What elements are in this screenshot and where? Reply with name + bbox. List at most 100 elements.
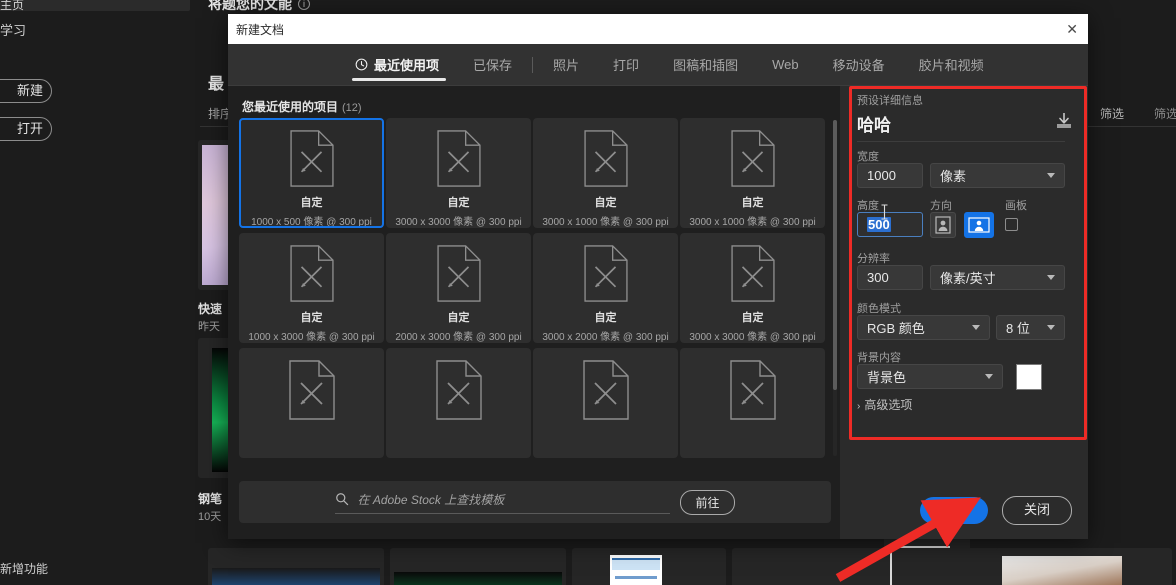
home-main-title: 将题您的文能 i [208, 0, 310, 14]
background-label: 背景内容 [857, 352, 901, 364]
artboard-checkbox[interactable] [1005, 218, 1018, 231]
create-button[interactable]: 创建 [919, 497, 988, 524]
recent-card[interactable] [680, 348, 825, 458]
grid-scrollbar-thumb[interactable] [833, 120, 837, 390]
document-icon [436, 245, 481, 302]
recent-card[interactable] [386, 348, 531, 458]
document-icon [435, 360, 482, 420]
document-icon [582, 360, 629, 420]
recent-card-spec: 3000 x 3000 像素 @ 300 ppi [395, 217, 522, 228]
document-icon [730, 130, 775, 187]
home-thumb-image [1002, 556, 1122, 585]
preset-name-field[interactable]: 哈哈 [857, 111, 891, 136]
advanced-options-label: 高级选项 [864, 398, 913, 412]
dialog-titlebar: 新建文档 ✕ [228, 14, 1088, 44]
tab-recent[interactable]: 最近使用项 [338, 44, 456, 86]
recent-card-spec: 3000 x 1000 像素 @ 300 ppi [689, 217, 816, 228]
home-thumb-card[interactable] [732, 548, 886, 585]
orientation-landscape-button[interactable] [964, 212, 994, 238]
tab-film-label: 胶片和视频 [918, 58, 984, 73]
recent-card-spec: 2000 x 3000 像素 @ 300 ppi [395, 332, 522, 343]
recent-card-name: 自定 [300, 197, 323, 209]
recent-card-name: 自定 [300, 312, 323, 324]
recent-items-count: (12) [342, 102, 362, 114]
recent-card[interactable]: 自定 3000 x 3000 像素 @ 300 ppi [386, 118, 531, 228]
color-mode-select[interactable]: RGB 颜色 [857, 315, 990, 340]
tab-saved[interactable]: 已保存 [456, 44, 529, 86]
recent-card-name: 自定 [741, 197, 764, 209]
dialog-body: 您最近使用的项目(12) 自定 1000 x 500 像素 @ 300 ppi [228, 86, 1088, 539]
tab-print[interactable]: 打印 [596, 44, 656, 86]
download-preset-icon[interactable] [1054, 112, 1074, 130]
orientation-portrait-button[interactable] [930, 212, 956, 238]
tab-film-video[interactable]: 胶片和视频 [902, 44, 1001, 86]
width-unit-select[interactable]: 像素 [930, 163, 1065, 188]
stock-search-field[interactable]: 在 Adobe Stock 上查找模板 [335, 491, 671, 514]
recent-items-heading: 您最近使用的项目 [242, 100, 339, 114]
recent-card-spec: 3000 x 3000 像素 @ 300 ppi [689, 332, 816, 343]
recent-card[interactable]: 自定 2000 x 3000 像素 @ 300 ppi [386, 233, 531, 343]
resolution-unit-select[interactable]: 像素/英寸 [930, 265, 1065, 290]
chevron-right-icon: › [857, 401, 861, 412]
tab-web[interactable]: Web [755, 44, 816, 86]
tab-saved-label: 已保存 [473, 58, 513, 73]
tab-mobile[interactable]: 移动设备 [816, 44, 902, 86]
home-thumb-image [610, 555, 662, 585]
recent-card[interactable]: 自定 1000 x 3000 像素 @ 300 ppi [239, 233, 384, 343]
width-input[interactable]: 1000 [857, 163, 923, 188]
recent-card[interactable]: 自定 3000 x 2000 像素 @ 300 ppi [533, 233, 678, 343]
portrait-icon [935, 216, 951, 234]
doc-mini-line [615, 576, 657, 580]
new-document-dialog: 新建文档 ✕ 最近使用项 已保存 照片 打印 图稿和插图 Web 移动设备 胶片… [228, 14, 1088, 539]
document-icon [730, 245, 775, 302]
height-input[interactable]: 500 [857, 212, 923, 237]
tab-art-label: 图稿和插图 [673, 58, 739, 73]
home-sidebar: 主页 学习 新建 打开 新增功能 [0, 0, 190, 585]
color-mode-value: RGB 颜色 [867, 321, 925, 336]
info-icon[interactable]: i [298, 0, 310, 10]
background-value: 背景色 [867, 370, 907, 385]
recent-card[interactable]: 自定 3000 x 1000 像素 @ 300 ppi [533, 118, 678, 228]
cancel-button[interactable]: 关闭 [1001, 496, 1072, 525]
recent-card[interactable]: 自定 3000 x 1000 像素 @ 300 ppi [680, 118, 825, 228]
recent-card[interactable]: 自定 3000 x 3000 像素 @ 300 ppi [680, 233, 825, 343]
document-icon [289, 130, 334, 187]
close-icon[interactable]: ✕ [1066, 22, 1078, 36]
sidebar-item-home[interactable] [0, 0, 190, 11]
advanced-options-toggle[interactable]: › 高级选项 [857, 396, 912, 413]
recent-card-name: 自定 [594, 197, 617, 209]
stock-search-placeholder: 在 Adobe Stock 上查找模板 [357, 492, 505, 507]
document-icon [729, 360, 776, 420]
color-depth-select[interactable]: 8 位 [996, 315, 1065, 340]
sidebar-whats-new[interactable]: 新增功能 [0, 560, 48, 577]
recent-card[interactable]: 自定 1000 x 500 像素 @ 300 ppi [239, 118, 384, 228]
recent-card[interactable] [533, 348, 678, 458]
stock-go-button[interactable]: 前往 [680, 489, 735, 515]
clock-icon [355, 58, 368, 71]
resolution-input[interactable]: 300 [857, 265, 923, 290]
recent-card-spec: 3000 x 1000 像素 @ 300 ppi [542, 217, 669, 228]
dialog-tabs: 最近使用项 已保存 照片 打印 图稿和插图 Web 移动设备 胶片和视频 [228, 44, 1088, 86]
document-icon [289, 245, 334, 302]
width-input-value: 1000 [867, 168, 896, 183]
sidebar-item-learn[interactable]: 学习 [0, 20, 26, 39]
sidebar-open-button[interactable]: 打开 [0, 117, 52, 141]
sidebar-new-button[interactable]: 新建 [0, 79, 52, 103]
background-color-swatch[interactable] [1016, 364, 1042, 390]
background-select[interactable]: 背景色 [857, 364, 1003, 389]
chevron-down-icon [1047, 325, 1055, 330]
dialog-action-buttons: 创建 关闭 [919, 496, 1072, 525]
document-icon [583, 130, 628, 187]
tab-art-illustration[interactable]: 图稿和插图 [656, 44, 755, 86]
grid-scrollbar[interactable] [833, 120, 837, 456]
home-filter-label[interactable]: 筛选 [1100, 105, 1124, 122]
recent-items-grid: 自定 1000 x 500 像素 @ 300 ppi 自定 3000 x 300 [239, 118, 831, 458]
resolution-unit-value: 像素/英寸 [940, 271, 996, 286]
preset-details-label: 预设详细信息 [857, 95, 923, 107]
landscape-icon [968, 217, 990, 233]
chevron-down-icon [985, 374, 993, 379]
home-thumb-time: 昨天 [198, 321, 220, 333]
text-cursor-icon [881, 204, 888, 220]
tab-photo[interactable]: 照片 [536, 44, 596, 86]
recent-card[interactable] [239, 348, 384, 458]
